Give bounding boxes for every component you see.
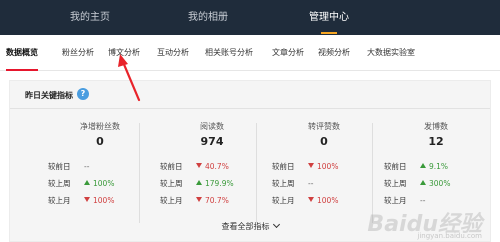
comparison-label: 较上月 — [272, 196, 295, 205]
trend-up-icon — [420, 180, 426, 185]
subnav-item-overview[interactable]: 数据概览 — [6, 35, 38, 71]
subnav-label: 相关账号分析 — [205, 48, 253, 57]
trend-down-icon — [308, 197, 314, 202]
comparison-label: 较前日 — [384, 162, 407, 171]
subnav-label: 大数据实验室 — [367, 48, 415, 57]
card-title: 昨日关键指标 — [25, 91, 73, 100]
column-divider — [256, 123, 257, 223]
comparison-value: 40.7% — [196, 161, 229, 173]
metric-value: 12 — [428, 135, 444, 148]
view-all-label: 查看全部指标 — [221, 222, 270, 231]
topnav-item-manage-label: 管理中心 — [309, 12, 349, 23]
topnav-item-album[interactable]: 我的相册 — [180, 0, 236, 35]
topnav-item-home-label: 我的主页 — [70, 12, 110, 23]
topnav-item-album-label: 我的相册 — [188, 12, 228, 23]
metric-value: 0 — [320, 135, 328, 148]
topnav-item-home[interactable]: 我的主页 — [62, 0, 118, 35]
trend-up-icon — [196, 180, 202, 185]
comparison-value: 100% — [308, 195, 338, 207]
metric-value: 974 — [200, 135, 224, 148]
subnav-label: 博文分析 — [108, 48, 140, 57]
comparison-value: 179.9% — [196, 178, 234, 190]
comparison-label: 较前日 — [160, 162, 183, 171]
subnav-item-bigdata-lab[interactable]: 大数据实验室 — [367, 35, 415, 71]
metric-title: 发博数 — [424, 122, 448, 131]
watermark-url: jingyan.baidu.com — [417, 232, 482, 240]
comparison-value: 100% — [308, 161, 338, 173]
comparison-label: 较上月 — [48, 196, 71, 205]
active-tab-indicator — [321, 32, 337, 34]
comparison-label: 较前日 — [272, 162, 295, 171]
metric-title: 净增粉丝数 — [80, 122, 120, 131]
subnav-label: 互动分析 — [157, 48, 189, 57]
metric-title: 阅读数 — [200, 122, 224, 131]
subnav-label: 数据概览 — [6, 48, 38, 57]
trend-down-icon — [84, 197, 90, 202]
subnav-item-articles[interactable]: 文章分析 — [272, 35, 304, 71]
column-divider — [139, 123, 140, 223]
metric-value: 0 — [96, 135, 104, 148]
subnav-label: 粉丝分析 — [62, 48, 94, 57]
comparison-value: 9.1% — [420, 161, 448, 173]
comparison-label: 较上周 — [160, 179, 183, 188]
metric-reads: 阅读数 974 较前日 40.7% 较上周 179.9% 较上月 70.7% — [160, 121, 264, 226]
subnav-label: 视频分析 — [318, 48, 350, 57]
divider — [10, 108, 490, 109]
top-nav: 我的主页 我的相册 管理中心 — [0, 0, 500, 35]
topnav-item-manage[interactable]: 管理中心 — [300, 0, 358, 35]
active-subnav-indicator — [6, 69, 38, 71]
subnav-label: 文章分析 — [272, 48, 304, 57]
subnav-item-related-accounts[interactable]: 相关账号分析 — [205, 35, 253, 71]
subnav-item-interaction[interactable]: 互动分析 — [157, 35, 189, 71]
sub-nav: 数据概览 粉丝分析 博文分析 互动分析 相关账号分析 文章分析 视频分析 大数据… — [0, 35, 500, 71]
subnav-item-fans[interactable]: 粉丝分析 — [62, 35, 94, 71]
help-icon[interactable]: ? — [77, 88, 89, 100]
subnav-item-videos[interactable]: 视频分析 — [318, 35, 350, 71]
comparison-value: -- — [308, 179, 314, 188]
comparison-value: 70.7% — [196, 195, 229, 207]
comparison-label: 较上周 — [48, 179, 71, 188]
comparison-label: 较上周 — [272, 179, 295, 188]
trend-down-icon — [196, 163, 202, 168]
comparison-value: 300% — [420, 178, 450, 190]
comparison-label: 较上月 — [160, 196, 183, 205]
subnav-item-posts[interactable]: 博文分析 — [108, 35, 140, 71]
trend-up-icon — [84, 180, 90, 185]
trend-down-icon — [196, 197, 202, 202]
comparison-label: 较上周 — [384, 179, 407, 188]
chevron-down-icon — [272, 220, 280, 229]
trend-down-icon — [308, 163, 314, 168]
metric-net-fans: 净增粉丝数 0 较前日 -- 较上周 100% 较上月 100% — [48, 121, 152, 226]
trend-up-icon — [420, 163, 426, 168]
comparison-value: -- — [84, 162, 90, 171]
metric-engagements: 转评赞数 0 较前日 100% 较上周 -- 较上月 100% — [272, 121, 376, 226]
metric-title: 转评赞数 — [308, 122, 340, 131]
comparison-label: 较前日 — [48, 162, 71, 171]
comparison-value: 100% — [84, 195, 114, 207]
comparison-value: 100% — [84, 178, 114, 190]
